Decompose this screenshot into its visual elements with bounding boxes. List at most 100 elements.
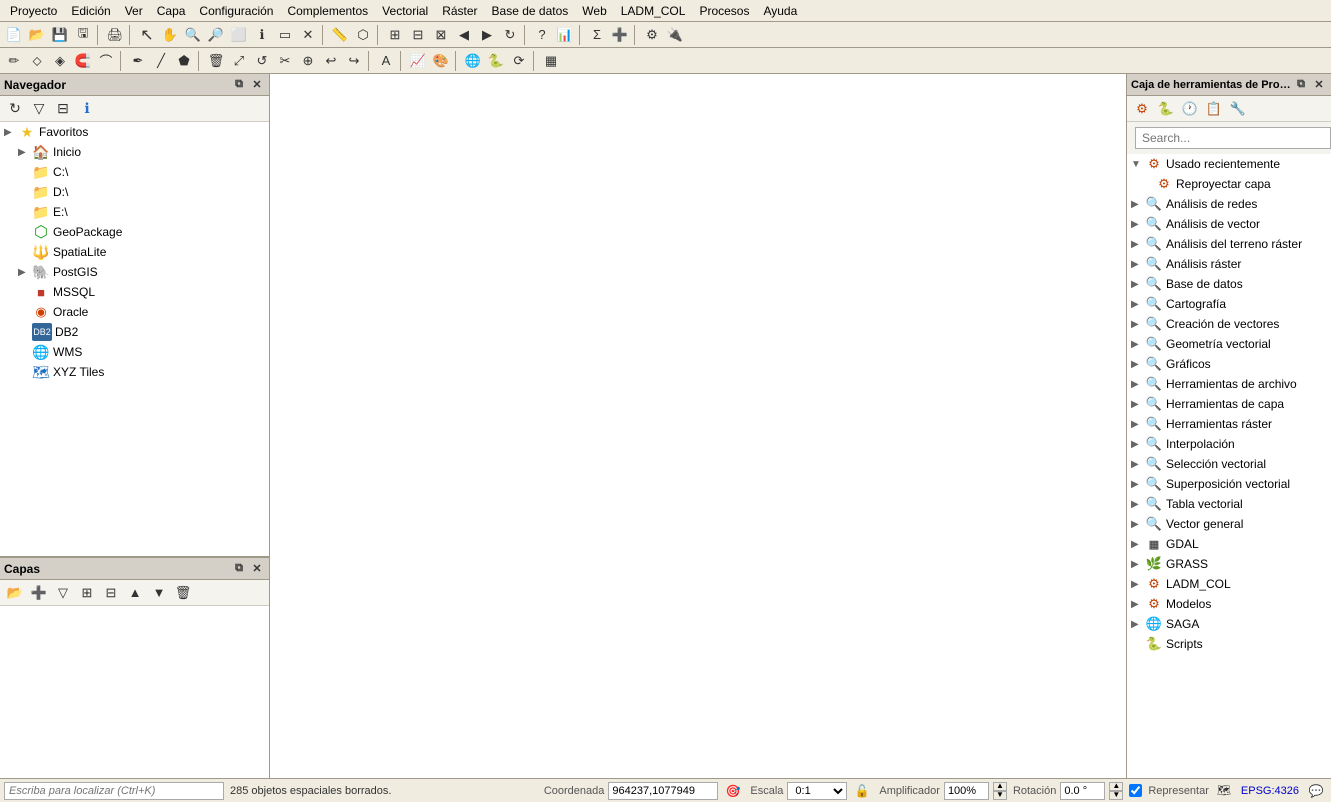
tx-cat-19[interactable]: ▶ ⚙ LADM_COL	[1127, 574, 1331, 594]
tree-cdrive[interactable]: 📁 C:\	[14, 162, 269, 182]
menu-configuracion[interactable]: Configuración	[193, 2, 279, 20]
menu-web[interactable]: Web	[576, 2, 612, 20]
tree-favoritos[interactable]: ▶ ★ Favoritos	[0, 122, 269, 142]
tx-cat-17[interactable]: ▶ ▦ GDAL	[1127, 534, 1331, 554]
tx-reproyectar[interactable]: ⚙ Reproyectar capa	[1127, 174, 1331, 194]
tx-cat-13[interactable]: ▶ 🔍 Selección vectorial	[1127, 454, 1331, 474]
tb-cursor[interactable]: ↖	[136, 24, 158, 46]
layers-open[interactable]: 📂	[4, 582, 26, 604]
tb-new[interactable]: 📄	[3, 24, 25, 46]
tree-xyz[interactable]: 🗺 XYZ Tiles	[14, 362, 269, 382]
tx-cat-4[interactable]: ▶ 🔍 Base de datos	[1127, 274, 1331, 294]
status-search-input[interactable]	[4, 782, 224, 800]
toolbox-close-btn[interactable]: ✕	[1311, 77, 1327, 93]
status-rotacion-input[interactable]	[1060, 782, 1105, 800]
layers-collapse[interactable]: ⊟	[100, 582, 122, 604]
tb2-snap[interactable]: 🧲	[72, 50, 94, 72]
menu-base-datos[interactable]: Base de datos	[486, 2, 575, 20]
status-coordenada-input[interactable]	[608, 782, 718, 800]
tx-cat-8[interactable]: ▶ 🔍 Gráficos	[1127, 354, 1331, 374]
tx-cat-11[interactable]: ▶ 🔍 Herramientas ráster	[1127, 414, 1331, 434]
tb-measure-area[interactable]: ⬡	[352, 24, 374, 46]
tb2-merge[interactable]: ⊕	[297, 50, 319, 72]
menu-capa[interactable]: Capa	[151, 2, 192, 20]
tx-cat-16[interactable]: ▶ 🔍 Vector general	[1127, 514, 1331, 534]
tb2-redo[interactable]: ↪	[343, 50, 365, 72]
menu-vectorial[interactable]: Vectorial	[376, 2, 434, 20]
tb-rubber[interactable]: ⬜	[228, 24, 250, 46]
tb-identify[interactable]: ℹ	[251, 24, 273, 46]
tree-spatialite[interactable]: 🔱 SpatiaLite	[14, 242, 269, 262]
tb-stat[interactable]: 📊	[554, 24, 576, 46]
status-coord-icon[interactable]: 🎯	[722, 780, 744, 802]
tx-recently-used[interactable]: ▼ ⚙ Usado recientemente	[1127, 154, 1331, 174]
tb2-georef[interactable]: 🌐	[462, 50, 484, 72]
status-lock-icon[interactable]: 🔓	[851, 780, 873, 802]
tb-zoom-prev[interactable]: ◀	[453, 24, 475, 46]
spin-down[interactable]: ▼	[993, 791, 1007, 800]
menu-complementos[interactable]: Complementos	[281, 2, 374, 20]
tx-cat-10[interactable]: ▶ 🔍 Herramientas de capa	[1127, 394, 1331, 414]
tb2-move[interactable]: ⤢	[228, 50, 250, 72]
menu-raster[interactable]: Ráster	[436, 2, 483, 20]
tb-zoom-in[interactable]: 🔍	[182, 24, 204, 46]
nav-filter[interactable]: ▽	[28, 98, 50, 120]
nav-collapse[interactable]: ⊟	[52, 98, 74, 120]
tx-cat-1[interactable]: ▶ 🔍 Análisis de vector	[1127, 214, 1331, 234]
tb-refresh[interactable]: ↻	[499, 24, 521, 46]
menu-ayuda[interactable]: Ayuda	[757, 2, 803, 20]
tree-inicio[interactable]: ▶ 🏠 Inicio	[14, 142, 269, 162]
tb-save[interactable]: 💾	[49, 24, 71, 46]
tb-zoom-layer[interactable]: ⊟	[407, 24, 429, 46]
tree-geopkg[interactable]: ⬡ GeoPackage	[14, 222, 269, 242]
tree-oracle[interactable]: ◉ Oracle	[14, 302, 269, 322]
tb2-node[interactable]: ⬦	[26, 50, 48, 72]
tx-cat-20[interactable]: ▶ ⚙ Modelos	[1127, 594, 1331, 614]
tree-db2[interactable]: DB2 DB2	[14, 322, 269, 342]
toolbox-float-btn[interactable]: ⧉	[1293, 77, 1309, 93]
status-messages-btn[interactable]: 💬	[1305, 780, 1327, 802]
layers-up[interactable]: ▲	[124, 582, 146, 604]
tb-results-icon[interactable]: 📋	[1203, 98, 1225, 120]
menu-procesos[interactable]: Procesos	[693, 2, 755, 20]
tb2-rotate[interactable]: ↺	[251, 50, 273, 72]
tb2-polygon[interactable]: ⬟	[173, 50, 195, 72]
nav-refresh[interactable]: ↻	[4, 98, 26, 120]
toolbox-search-input[interactable]	[1135, 127, 1331, 149]
tb2-macro[interactable]: ⟳	[508, 50, 530, 72]
layers-down[interactable]: ▼	[148, 582, 170, 604]
status-map-icon[interactable]: 🗺	[1213, 780, 1235, 802]
tb-python-icon[interactable]: 🐍	[1155, 98, 1177, 120]
tb2-python[interactable]: 🐍	[485, 50, 507, 72]
tb-options-icon[interactable]: 🔧	[1227, 98, 1249, 120]
tree-mssql[interactable]: ■ MSSQL	[14, 282, 269, 302]
tree-wms[interactable]: 🌐 WMS	[14, 342, 269, 362]
tb-zoom-sel[interactable]: ⊠	[430, 24, 452, 46]
tree-edrive[interactable]: 📁 E:\	[14, 202, 269, 222]
tree-postgis[interactable]: ▶ 🐘 PostGIS	[14, 262, 269, 282]
tb2-color[interactable]: 🎨	[430, 50, 452, 72]
status-amplificador-input[interactable]	[944, 782, 989, 800]
menu-ladm-col[interactable]: LADM_COL	[615, 2, 692, 20]
tb2-label[interactable]: A	[375, 50, 397, 72]
tx-cat-9[interactable]: ▶ 🔍 Herramientas de archivo	[1127, 374, 1331, 394]
menu-edicion[interactable]: Edición	[65, 2, 116, 20]
tx-cat-0[interactable]: ▶ 🔍 Análisis de redes	[1127, 194, 1331, 214]
navigator-close-btn[interactable]: ✕	[249, 77, 265, 93]
menu-ver[interactable]: Ver	[119, 2, 149, 20]
tb2-diagram[interactable]: 📈	[407, 50, 429, 72]
tx-cat-12[interactable]: ▶ 🔍 Interpolación	[1127, 434, 1331, 454]
tb2-erase[interactable]: 🗑	[205, 50, 227, 72]
tb-measure[interactable]: 📏	[329, 24, 351, 46]
tb-pan[interactable]: ✋	[159, 24, 181, 46]
layers-filter[interactable]: ▽	[52, 582, 74, 604]
tx-cat-3[interactable]: ▶ 🔍 Análisis ráster	[1127, 254, 1331, 274]
menu-proyecto[interactable]: Proyecto	[4, 2, 63, 20]
layers-close-btn[interactable]: ✕	[249, 561, 265, 577]
tx-cat-22[interactable]: 🐍 Scripts	[1127, 634, 1331, 654]
tx-cat-15[interactable]: ▶ 🔍 Tabla vectorial	[1127, 494, 1331, 514]
tb-settings-icon[interactable]: ⚙	[1131, 98, 1153, 120]
tb-open[interactable]: 📂	[26, 24, 48, 46]
status-epsg-value[interactable]: EPSG:4326	[1241, 785, 1299, 797]
tb-calc[interactable]: ➕	[609, 24, 631, 46]
